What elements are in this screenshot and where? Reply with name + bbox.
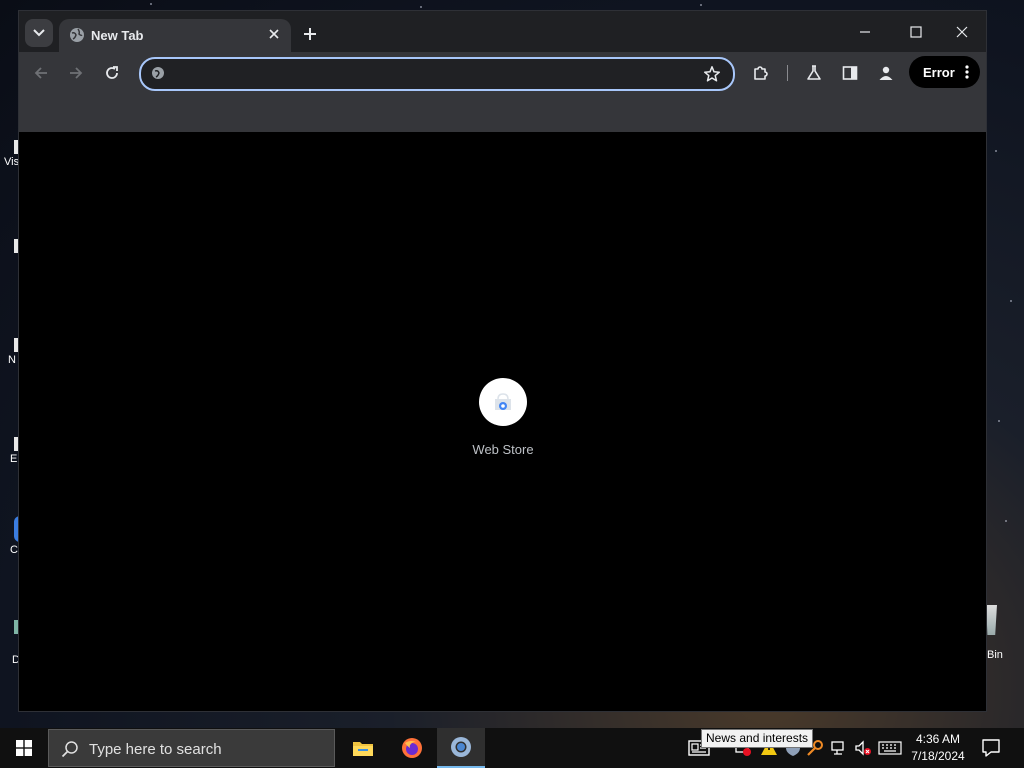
more-vert-icon [965,65,969,79]
network-button[interactable] [830,739,848,757]
star [700,4,702,6]
clock-time: 4:36 AM [915,732,961,746]
firefox-icon [402,738,422,758]
shortcut-icon-circle [479,378,527,426]
reload-icon [106,66,118,79]
side-panel-icon [842,66,858,80]
star [1010,300,1012,302]
address-bar[interactable] [139,57,735,91]
toolbar-separator [787,65,788,81]
network-icon [831,741,844,755]
keyboard-icon [878,741,902,755]
web-store-icon [495,393,511,410]
taskbar-file-explorer[interactable] [339,728,387,768]
puzzle-icon [754,66,768,80]
tab-new-tab[interactable]: New Tab [59,19,291,52]
star [998,420,1000,422]
star-bookmark-icon[interactable] [703,65,721,83]
start-button[interactable] [0,728,48,768]
site-info-icon [152,67,164,79]
extensions-button[interactable] [748,60,774,86]
desktop-icon[interactable]: N [0,338,20,366]
desktop-icon[interactable]: D [0,620,20,666]
desktop-icon[interactable]: Vis [0,140,20,168]
error-label: Error [923,64,955,80]
toolbar: Error [19,52,986,92]
new-tab-button[interactable] [298,22,322,46]
address-input[interactable] [173,63,697,87]
volume-button[interactable] [854,739,872,757]
close-window-button[interactable] [947,19,977,45]
star [420,6,422,8]
arrow-left-icon [34,67,47,79]
desktop-icon[interactable]: E [0,437,20,465]
tab-strip: New Tab [19,11,986,52]
arrow-right-icon [70,67,83,79]
flask-icon [807,65,821,80]
shortcut-label: Web Store [472,442,534,457]
taskbar-firefox[interactable] [388,728,436,768]
browser-window: New Tab Error Web Store [18,10,987,712]
profile-button[interactable] [873,60,899,86]
search-placeholder: Type here to search [89,741,222,758]
new-tab-page: Web Store [19,132,986,711]
minimize-icon [860,31,870,33]
maximize-button[interactable] [901,19,931,45]
taskbar-search-box[interactable]: Type here to search [48,729,335,767]
folder-icon [353,742,373,756]
notification-icon[interactable] [980,737,1002,759]
minimize-button[interactable] [850,19,880,45]
taskbar-clock[interactable]: 4:36 AM 7/18/2024 [905,731,971,765]
taskbar-chrome[interactable] [437,728,485,768]
globe-icon [70,28,84,42]
star [1005,520,1007,522]
chevron-down-icon [33,29,45,37]
maximize-icon [910,26,922,38]
close-icon[interactable] [267,27,281,41]
star [150,3,152,5]
star [995,150,997,152]
back-button[interactable] [28,60,54,86]
forward-button[interactable] [63,60,89,86]
chrome-icon [451,737,471,757]
person-icon [879,66,893,80]
search-icon [61,741,78,758]
taskbar: Type here to search 4:36 AM 7/18/2024 [0,728,1024,768]
labs-button[interactable] [801,60,827,86]
tab-search-button[interactable] [25,19,53,47]
touch-keyboard-button[interactable] [878,739,902,757]
shortcut-web-store[interactable]: Web Store [465,378,541,457]
recycle-bin-label: Bin [987,649,1003,661]
profile-error-button[interactable]: Error [909,56,980,88]
windows-icon [16,740,32,756]
desktop-icon[interactable]: C [0,516,20,556]
volume-muted-icon [855,740,871,756]
tab-title: New Tab [91,28,144,43]
recycle-bin[interactable]: Bin [983,605,1023,661]
clock-date: 7/18/2024 [911,749,965,763]
bookmarks-bar [19,92,986,133]
reload-button[interactable] [99,60,125,86]
plus-icon [304,28,316,40]
close-icon [956,26,968,38]
tooltip-news-and-interests: News and interests [701,729,814,748]
side-panel-button[interactable] [837,60,863,86]
desktop-icon[interactable] [0,239,20,253]
